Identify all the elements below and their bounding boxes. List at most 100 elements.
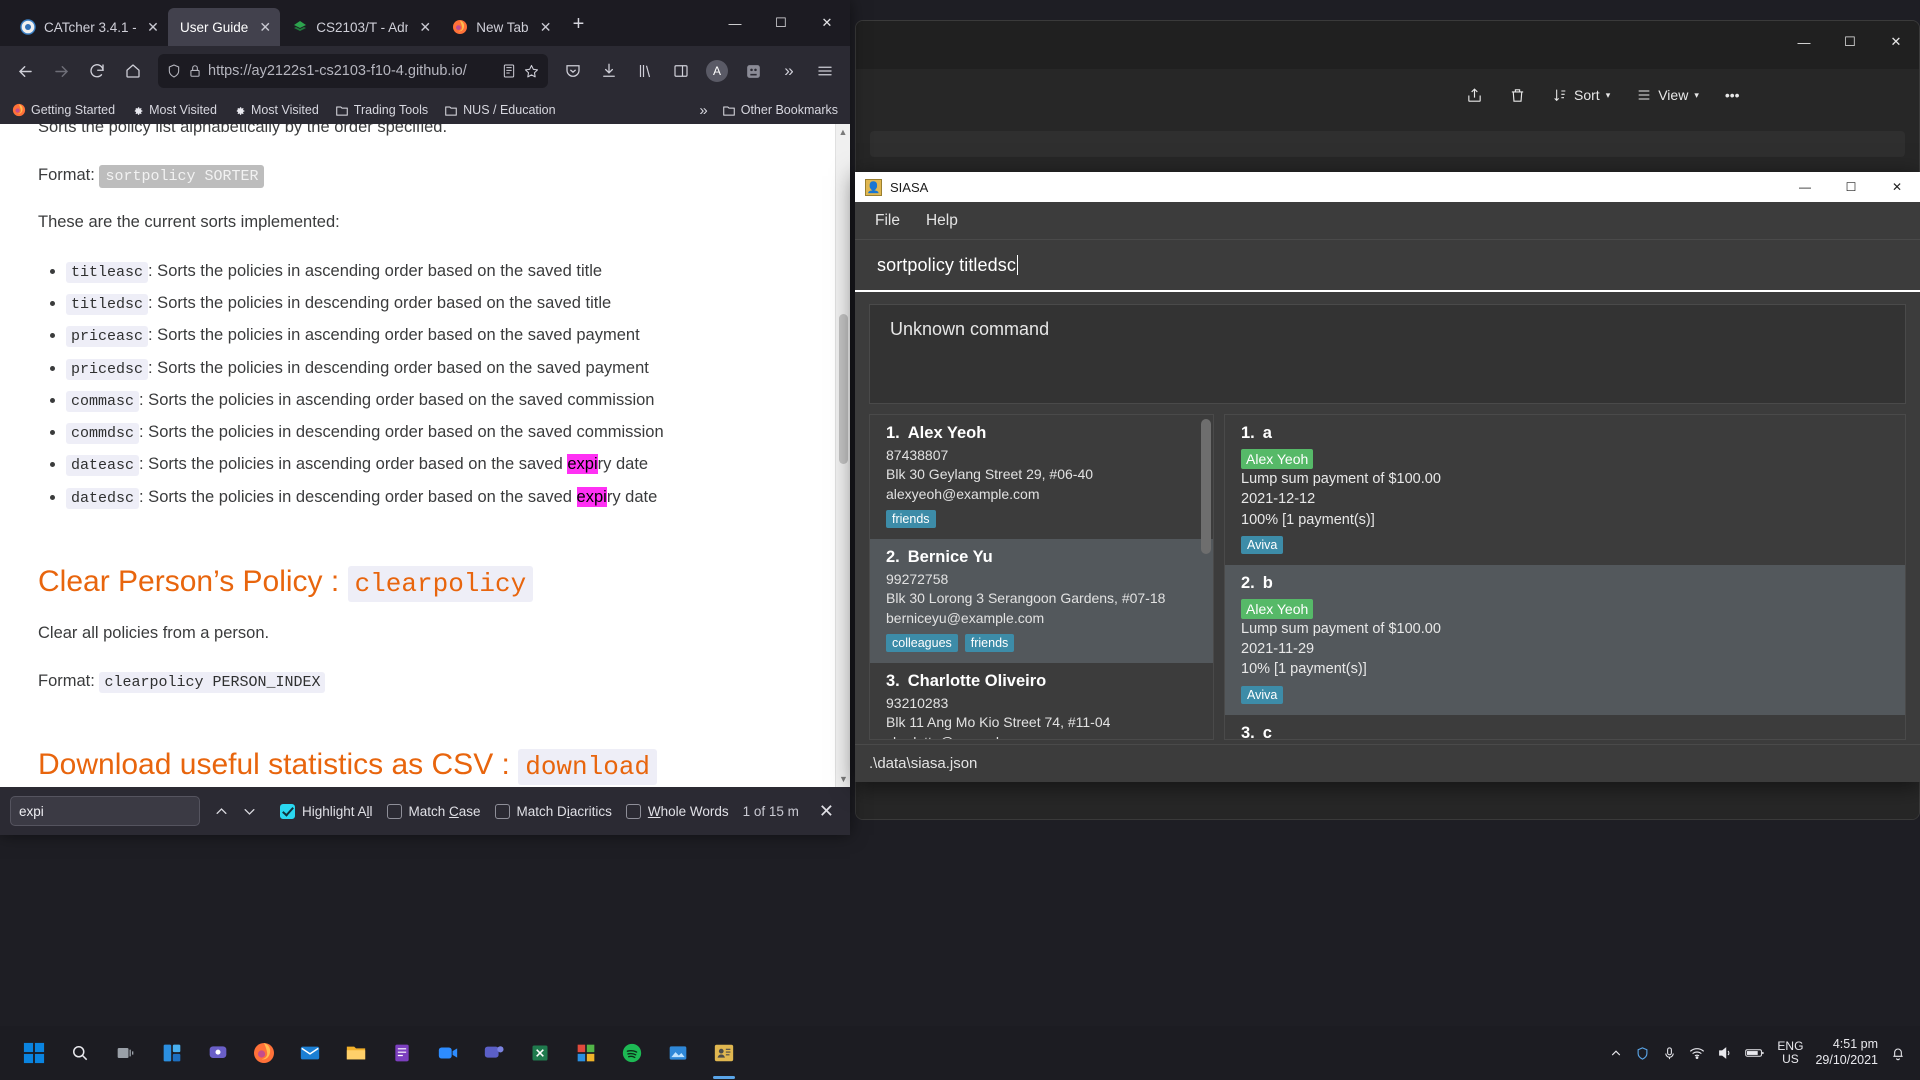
find-input[interactable]: expi	[10, 796, 200, 826]
photos-icon[interactable]	[658, 1033, 698, 1073]
match-case-checkbox[interactable]: Match Case	[386, 803, 481, 819]
library-icon[interactable]	[628, 54, 662, 88]
explorer-more-button[interactable]: •••	[1715, 78, 1750, 112]
reader-view-icon[interactable]	[501, 63, 517, 79]
microphone-icon[interactable]	[1662, 1046, 1677, 1061]
policy-list-panel[interactable]: 1. a Alex Yeoh Lump sum payment of $100.0…	[1224, 414, 1906, 740]
task-view-icon[interactable]	[106, 1033, 146, 1073]
search-icon[interactable]	[60, 1033, 100, 1073]
siasa-minimize-button[interactable]: —	[1782, 172, 1828, 202]
bookmarks-overflow-button[interactable]: »	[699, 102, 707, 119]
tab-close-icon[interactable]: ✕	[256, 19, 274, 36]
siasa-titlebar[interactable]: 👤 SIASA — ☐ ✕	[855, 172, 1920, 202]
scrollbar-thumb[interactable]	[839, 314, 848, 464]
bookmark-most-visited-2[interactable]: Most Visited	[227, 101, 325, 119]
scroll-down-arrow[interactable]: ▼	[836, 771, 850, 787]
person-card[interactable]: 3. Charlotte Oliveiro 93210283 Blk 11 Ang…	[870, 663, 1213, 739]
firefox-maximize-button[interactable]: ☐	[758, 0, 804, 46]
bookmark-getting-started[interactable]: Getting Started	[6, 101, 121, 119]
tray-overflow-button[interactable]	[1609, 1046, 1623, 1060]
browser-tab-catcher[interactable]: CATcher 3.4.1 - ✕	[8, 8, 168, 46]
explorer-delete-button[interactable]	[1499, 78, 1536, 112]
tab-close-icon[interactable]: ✕	[144, 19, 162, 36]
find-previous-button[interactable]	[214, 804, 238, 819]
person-card[interactable]: 1. Alex Yeoh 87438807 Blk 30 Geylang Stre…	[870, 415, 1213, 539]
battery-icon[interactable]	[1745, 1046, 1765, 1060]
person-list-panel[interactable]: 1. Alex Yeoh 87438807 Blk 30 Geylang Stre…	[869, 414, 1214, 740]
scrollbar-thumb[interactable]	[1201, 419, 1211, 554]
match-diacritics-checkbox[interactable]: Match Diacritics	[494, 803, 612, 819]
explorer-titlebar[interactable]: — ☐ ✕	[856, 21, 1919, 69]
zoom-icon[interactable]	[428, 1033, 468, 1073]
bookmark-trading-tools[interactable]: Trading Tools	[329, 101, 434, 119]
policy-card[interactable]: 2. b Alex Yeoh Lump sum payment of $100.0…	[1225, 564, 1905, 715]
whole-words-checkbox[interactable]: Whole Words	[625, 803, 729, 819]
clock[interactable]: 4:51 pm 29/10/2021	[1815, 1037, 1878, 1068]
extension-icon[interactable]	[736, 54, 770, 88]
bookmark-nus-education[interactable]: NUS / Education	[438, 101, 561, 119]
wifi-icon[interactable]	[1689, 1045, 1705, 1061]
pocket-icon[interactable]	[556, 54, 590, 88]
close-icon[interactable]: ✕	[813, 801, 840, 822]
tab-close-icon[interactable]: ✕	[537, 19, 555, 36]
person-list-scrollbar[interactable]	[1201, 419, 1211, 735]
new-tab-button[interactable]: +	[561, 14, 597, 38]
find-next-button[interactable]	[242, 804, 266, 819]
url-bar[interactable]: https://ay2122s1-cs2103-f10-4.github.io/	[158, 54, 548, 88]
account-avatar[interactable]: A	[700, 54, 734, 88]
siasa-icon[interactable]	[704, 1033, 744, 1079]
explorer-minimize-button[interactable]: —	[1781, 21, 1827, 63]
firefox-minimize-button[interactable]: —	[712, 0, 758, 46]
scroll-up-arrow[interactable]: ▲	[836, 124, 850, 140]
spotify-icon[interactable]	[612, 1033, 652, 1073]
explorer-close-button[interactable]: ✕	[1873, 21, 1919, 63]
language-indicator[interactable]: ENG US	[1777, 1039, 1803, 1066]
file-explorer-icon[interactable]	[336, 1033, 376, 1073]
bookmark-most-visited-1[interactable]: Most Visited	[125, 101, 223, 119]
download-icon[interactable]	[592, 54, 626, 88]
menu-item-help[interactable]: Help	[926, 212, 958, 230]
explorer-share-button[interactable]	[1456, 78, 1493, 112]
notes-icon[interactable]	[382, 1033, 422, 1073]
shield-icon[interactable]	[166, 63, 182, 79]
siasa-close-button[interactable]: ✕	[1874, 172, 1920, 202]
back-button[interactable]	[8, 54, 42, 88]
firefox-icon[interactable]	[244, 1033, 284, 1073]
start-icon[interactable]	[14, 1033, 54, 1073]
teams2-icon[interactable]	[474, 1033, 514, 1073]
explorer-maximize-button[interactable]: ☐	[1827, 21, 1873, 63]
home-button[interactable]	[116, 54, 150, 88]
page-scrollbar[interactable]: ▲ ▼	[835, 124, 850, 787]
forward-button[interactable]	[44, 54, 78, 88]
sidebar-icon[interactable]	[664, 54, 698, 88]
reload-button[interactable]	[80, 54, 114, 88]
highlight-all-checkbox[interactable]: Highlight All	[279, 803, 373, 819]
teams-icon[interactable]	[198, 1033, 238, 1073]
bell-icon[interactable]	[1890, 1045, 1906, 1061]
tab-close-icon[interactable]: ✕	[416, 19, 434, 36]
web-page-content[interactable]: Sorts the policy list alphabetically by …	[0, 124, 850, 787]
volume-icon[interactable]	[1717, 1045, 1733, 1061]
person-card[interactable]: 2. Bernice Yu 99272758 Blk 30 Lorong 3 Se…	[870, 538, 1213, 663]
star-icon[interactable]	[523, 63, 540, 80]
toolbar-overflow-button[interactable]: »	[772, 54, 806, 88]
browser-tab-cs2103[interactable]: CS2103/T - Adm ✕	[280, 8, 440, 46]
browser-tab-new-tab[interactable]: New Tab ✕	[440, 8, 560, 46]
shield-icon[interactable]	[1635, 1046, 1650, 1061]
siasa-command-input[interactable]: sortpolicy titledsc	[855, 240, 1920, 292]
other-bookmarks-button[interactable]: Other Bookmarks	[716, 101, 844, 119]
lock-icon[interactable]	[188, 64, 202, 78]
hamburger-menu-icon[interactable]	[808, 54, 842, 88]
explorer-view-button[interactable]: View ▾	[1626, 78, 1709, 112]
policy-card[interactable]: 3.c Alex Yeoh Lump sum payment of $100.0…	[1225, 715, 1905, 739]
widgets-icon[interactable]	[152, 1033, 192, 1073]
excel-icon[interactable]	[520, 1033, 560, 1073]
explorer-sort-button[interactable]: Sort ▾	[1542, 78, 1620, 112]
siasa-window[interactable]: 👤 SIASA — ☐ ✕ File Help sortpolicy title…	[855, 172, 1920, 782]
store-icon[interactable]	[566, 1033, 606, 1073]
browser-tab-user-guide[interactable]: User Guide ✕	[168, 8, 281, 46]
firefox-close-button[interactable]: ✕	[804, 0, 850, 46]
siasa-maximize-button[interactable]: ☐	[1828, 172, 1874, 202]
mail-icon[interactable]	[290, 1033, 330, 1073]
policy-card[interactable]: 1. a Alex Yeoh Lump sum payment of $100.0…	[1225, 415, 1905, 565]
